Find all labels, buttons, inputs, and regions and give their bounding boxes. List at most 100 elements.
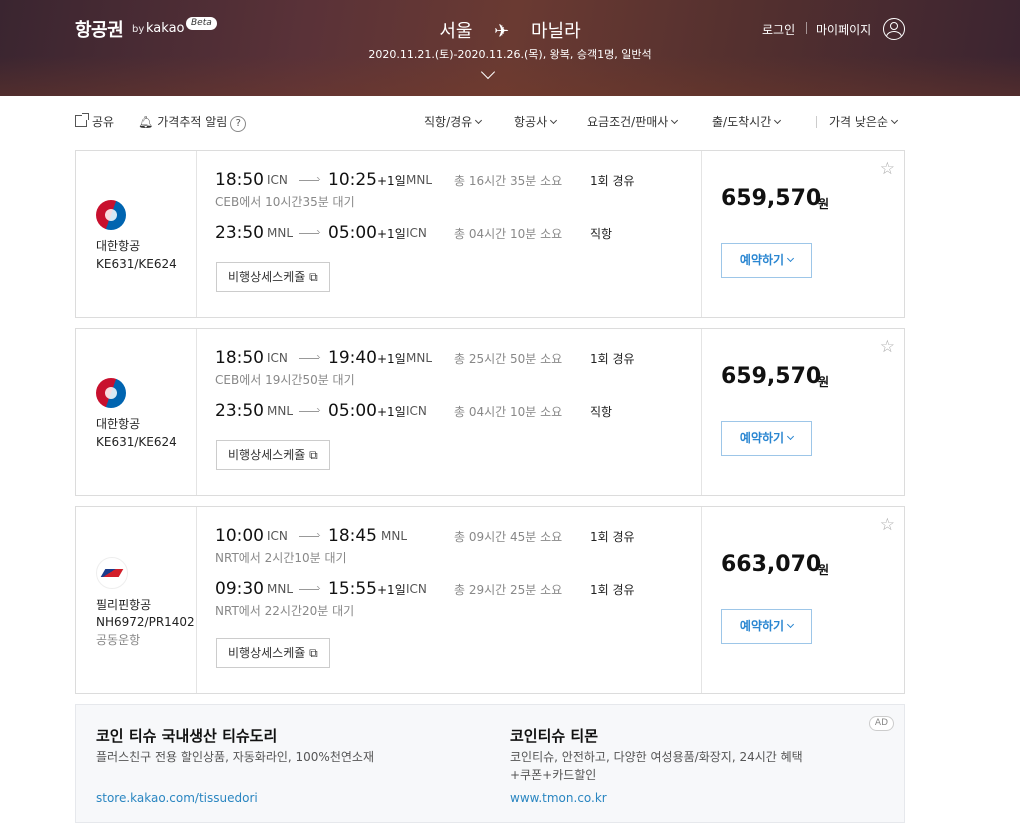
fare-price: 659,570 [721,364,822,389]
chevron-down-icon [890,116,899,125]
filter-label: 요금조건/판매사 [587,115,669,129]
next-day-badge: +1일 [377,174,406,188]
chevron-down-icon [787,254,795,263]
flight-detail-button[interactable]: 비행상세스케쥴 ⧉ [216,638,330,668]
bell-icon: 🔔︎ [138,115,154,129]
header-background [0,56,1020,96]
copy-icon: ⧉ [309,270,318,284]
ad-title[interactable]: 코인 티슈 국내생산 티슈도리 [96,725,277,746]
arrival-airport: ICN [406,582,427,596]
arrow-right-icon [299,536,319,537]
trip-summary[interactable]: 2020.11.21.(토)-2020.11.26.(목), 왕복, 승객1명,… [0,46,1020,62]
arrival-time: 05:00+1일 [328,223,406,243]
airline-name: 필리핀항공 [96,598,152,612]
filter-time[interactable]: 출/도착시간 [712,112,782,132]
departure-time: 09:30 [215,579,264,599]
flight-result-card: 대한항공 KE631/KE624 18:50 ICN 19:40+1일 MNL … [75,328,905,496]
airline-name: 대한항공 [96,417,141,431]
arrow-right-icon [299,589,319,590]
arrival-time: 15:55+1일 [328,579,406,599]
price-alert-button[interactable]: 🔔︎ 가격추적 알림? [138,112,247,132]
filter-label: 직항/경유 [424,115,473,129]
flight-result-card: 필리핀항공 NH6972/PR1402 공동운항 10:00 ICN 18:45… [75,506,905,694]
share-button[interactable]: 공유 [75,112,114,132]
ad-description: 플러스친구 전용 할인상품, 자동화라인, 100%천연소재 [96,750,374,764]
flight-codes: NH6972/PR1402 [96,615,195,629]
origin-city: 서울 [439,21,473,42]
stop-count: 1회 경유 [590,583,635,597]
chevron-down-icon [787,620,795,629]
arrow-right-icon [299,233,319,234]
filter-label: 항공사 [514,115,548,129]
book-button[interactable]: 예약하기 [721,243,812,278]
arrival-airport: MNL [406,351,433,365]
sort-dropdown[interactable]: 가격 낮은순 [829,112,899,132]
currency-label: 원 [818,197,830,211]
filter-airline[interactable]: 항공사 [514,112,558,132]
layover-info: NRT에서 22시간20분 대기 [215,604,355,618]
ad-url[interactable]: store.kakao.com/tissuedori [96,791,258,805]
share-icon [75,113,89,127]
currency-label: 원 [818,375,830,389]
layover-info: NRT에서 2시간10분 대기 [215,551,347,565]
flight-duration: 총 04시간 10분 소요 [454,227,563,241]
layover-info: CEB에서 19시간50분 대기 [215,373,355,387]
sort-label: 가격 낮은순 [829,115,889,129]
korean-air-logo [96,200,126,230]
departure-airport: MNL [267,226,294,240]
airline-info: 대한항공 KE631/KE624 [76,151,197,317]
price-section: ☆ 659,570 원 예약하기 [701,151,905,317]
philippine-airlines-logo [96,557,128,589]
fare-price: 659,570 [721,186,822,211]
chevron-down-icon [671,116,679,125]
mypage-link[interactable]: 마이페이지 [816,21,871,38]
departure-time: 18:50 [215,170,264,190]
arrival-time: 10:25+1일 [328,170,406,190]
flight-detail-button[interactable]: 비행상세스케쥴 ⧉ [216,440,330,470]
next-day-badge: +1일 [377,583,406,597]
destination-city: 마닐라 [531,21,581,42]
star-icon[interactable]: ☆ [880,159,895,179]
chevron-down-icon [550,116,558,125]
stop-count: 1회 경유 [590,352,635,366]
price-section: ☆ 659,570 원 예약하기 [701,329,905,495]
arrival-airport: ICN [406,404,427,418]
layover-info: CEB에서 10시간35분 대기 [215,195,355,209]
plane-icon: ✈ [494,21,510,42]
flight-detail-button[interactable]: 비행상세스케쥴 ⧉ [216,262,330,292]
ad-title[interactable]: 코인티슈 티몬 [510,725,598,746]
filter-direct[interactable]: 직항/경유 [424,112,483,132]
login-link[interactable]: 로그인 [762,21,795,38]
arrival-time: 19:40+1일 [328,348,406,368]
stop-count: 1회 경유 [590,530,635,544]
copy-icon: ⧉ [309,646,318,660]
flight-duration: 총 09시간 45분 소요 [454,530,563,544]
share-label: 공유 [92,115,115,129]
book-button[interactable]: 예약하기 [721,609,812,644]
price-section: ☆ 663,070 원 예약하기 [701,507,905,693]
chevron-down-icon [475,116,483,125]
ad-url[interactable]: www.tmon.co.kr [510,791,607,805]
star-icon[interactable]: ☆ [880,337,895,357]
flight-duration: 총 25시간 50분 소요 [454,352,563,366]
book-button[interactable]: 예약하기 [721,421,812,456]
arrival-airport: MNL [381,529,408,543]
star-icon[interactable]: ☆ [880,515,895,535]
price-alert-label: 가격추적 알림 [157,115,228,129]
result-toolbar: 공유 🔔︎ 가격추적 알림? 직항/경유 항공사 요금조건/판매사 출/도착시간 … [75,112,905,132]
departure-time: 23:50 [215,223,264,243]
stop-count: 직항 [590,227,613,241]
filter-fare[interactable]: 요금조건/판매사 [587,112,679,132]
arrival-time: 18:45 [328,526,377,546]
header-banner: 항공권 by kakao Beta 서울 ✈ 마닐라 2020.11.21.(토… [0,0,1020,96]
departure-airport: ICN [267,351,288,365]
arrow-right-icon [299,180,319,181]
filter-label: 출/도착시간 [712,115,772,129]
user-icon[interactable] [883,18,905,40]
arrival-airport: MNL [406,173,433,187]
ad-banner: AD 코인 티슈 국내생산 티슈도리 플러스친구 전용 할인상품, 자동화라인,… [75,704,905,823]
airline-info: 대한항공 KE631/KE624 [76,329,197,495]
help-icon[interactable]: ? [230,116,247,132]
arrival-airport: ICN [406,226,427,240]
airline-info: 필리핀항공 NH6972/PR1402 공동운항 [76,507,197,693]
